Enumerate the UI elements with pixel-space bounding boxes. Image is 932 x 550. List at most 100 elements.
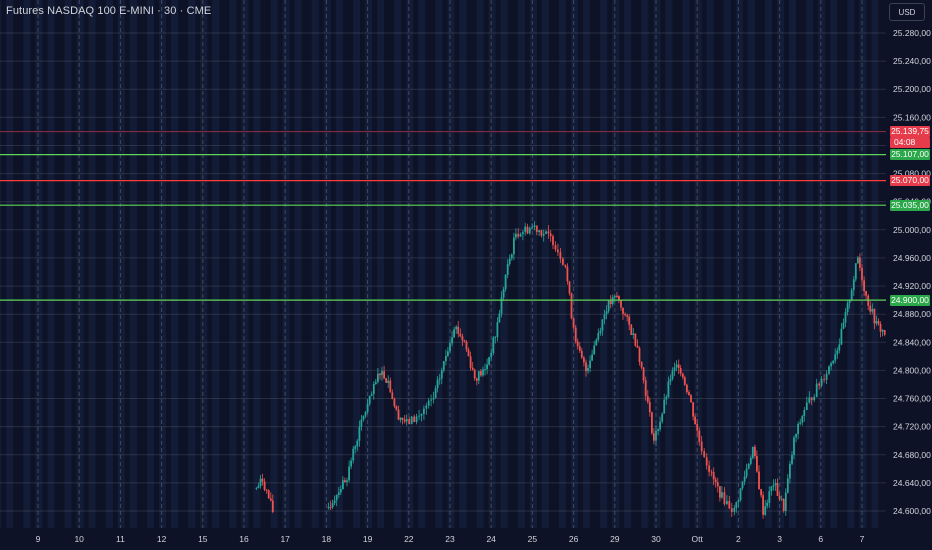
session-band <box>365 0 372 528</box>
x-tick-label: 29 <box>610 534 620 544</box>
candle-body <box>475 378 478 381</box>
candle-body <box>574 327 577 342</box>
candle-body <box>846 303 849 313</box>
candle-body <box>329 507 332 508</box>
candle-body <box>857 257 859 264</box>
candle-body <box>540 230 543 236</box>
y-tick-label: 24.760,00 <box>893 394 931 404</box>
session-band <box>488 0 496 528</box>
x-tick-label: 12 <box>157 534 167 544</box>
candle-body <box>566 266 569 282</box>
session-band <box>665 0 673 528</box>
session-band <box>418 0 426 528</box>
candle-body <box>408 418 411 424</box>
candle-body <box>496 322 499 337</box>
candle-body <box>640 361 643 368</box>
session-band <box>641 0 649 528</box>
candle-body <box>327 507 330 508</box>
session-band <box>0 0 2 528</box>
candle-body <box>659 421 661 430</box>
candle-body <box>756 456 758 472</box>
candle-body <box>599 330 602 333</box>
candle-body <box>504 274 507 290</box>
candle-body <box>381 371 383 376</box>
candle-body <box>784 492 787 511</box>
candle-body <box>820 379 823 386</box>
candle-body <box>772 485 775 487</box>
candle-body <box>743 476 746 482</box>
candle-body <box>580 350 583 358</box>
candle-body <box>671 370 674 379</box>
candle-body <box>760 489 762 496</box>
candle-body <box>613 295 616 298</box>
candle-body <box>694 416 696 425</box>
price-axis[interactable]: 25.280,00 25.240,00 25.200,00 25.160,00 25.0… <box>886 0 932 550</box>
session-band <box>282 0 290 528</box>
candle-body <box>423 408 425 414</box>
candle-body <box>467 349 470 357</box>
candle-body <box>630 324 633 335</box>
candle-body <box>255 487 258 489</box>
candle-body <box>576 341 579 347</box>
candle-body <box>747 463 750 469</box>
time-axis[interactable]: 9 10 11 12 15 16 17 18 19 22 23 24 25 26 29 30 Ott 2 3 6 7 <box>0 528 932 550</box>
session-band <box>735 0 743 528</box>
candle-body <box>764 506 767 515</box>
candle-body <box>449 343 451 352</box>
candle-body <box>438 378 441 380</box>
candle-body <box>531 227 533 229</box>
candle-body <box>490 352 493 358</box>
candle-body <box>653 433 655 441</box>
candle-body <box>257 486 260 488</box>
candle-body <box>459 333 462 337</box>
session-band <box>35 0 43 528</box>
candle-body <box>432 398 435 400</box>
candle-body <box>665 396 668 400</box>
candle-body <box>578 346 581 351</box>
candle-body <box>434 388 437 399</box>
candle-body <box>587 368 589 372</box>
candle-body <box>609 300 612 304</box>
level-badge-support: 25.107,00 <box>890 149 930 161</box>
candle-body <box>688 392 690 396</box>
candle-body <box>789 463 791 479</box>
y-tick-label: 24.880,00 <box>893 309 931 319</box>
x-tick-label: 24 <box>486 534 496 544</box>
candle-body <box>869 305 872 312</box>
x-tick-label: 15 <box>198 534 208 544</box>
candle-body <box>714 479 717 483</box>
session-band <box>777 0 784 528</box>
candle-body <box>484 369 486 370</box>
x-tick-label: 11 <box>116 534 125 544</box>
x-tick-label: Ott <box>692 534 704 544</box>
candle-body <box>538 230 540 232</box>
candle-body <box>875 321 878 324</box>
session-band <box>6 0 14 528</box>
candle-body <box>830 363 832 367</box>
candle-body <box>410 416 413 424</box>
price-chart[interactable]: 25.280,00 25.240,00 25.200,00 25.160,00 25.0… <box>0 0 932 550</box>
candle-body <box>585 362 587 372</box>
level-badge-resistance: 25.070,00 <box>890 175 930 187</box>
candle-body <box>425 405 428 409</box>
candle-body <box>622 307 624 314</box>
candle-body <box>350 460 352 467</box>
candle-body <box>383 371 385 379</box>
candle-body <box>667 381 670 397</box>
candle-body <box>362 415 365 420</box>
candle-body <box>646 396 649 402</box>
candle-body <box>657 429 659 431</box>
level-badge-support: 24.900,00 <box>890 294 930 306</box>
candle-body <box>642 367 645 381</box>
candle-body <box>815 383 818 397</box>
candle-body <box>661 413 664 422</box>
y-tick-label: 24.960,00 <box>893 253 931 263</box>
candle-body <box>818 383 821 386</box>
candle-body <box>597 332 600 340</box>
candle-body <box>508 258 511 264</box>
session-band <box>706 0 714 528</box>
currency-button[interactable]: USD <box>889 3 925 21</box>
x-tick-label: 17 <box>280 534 290 544</box>
candle-body <box>368 395 371 404</box>
candle-body <box>675 364 678 368</box>
